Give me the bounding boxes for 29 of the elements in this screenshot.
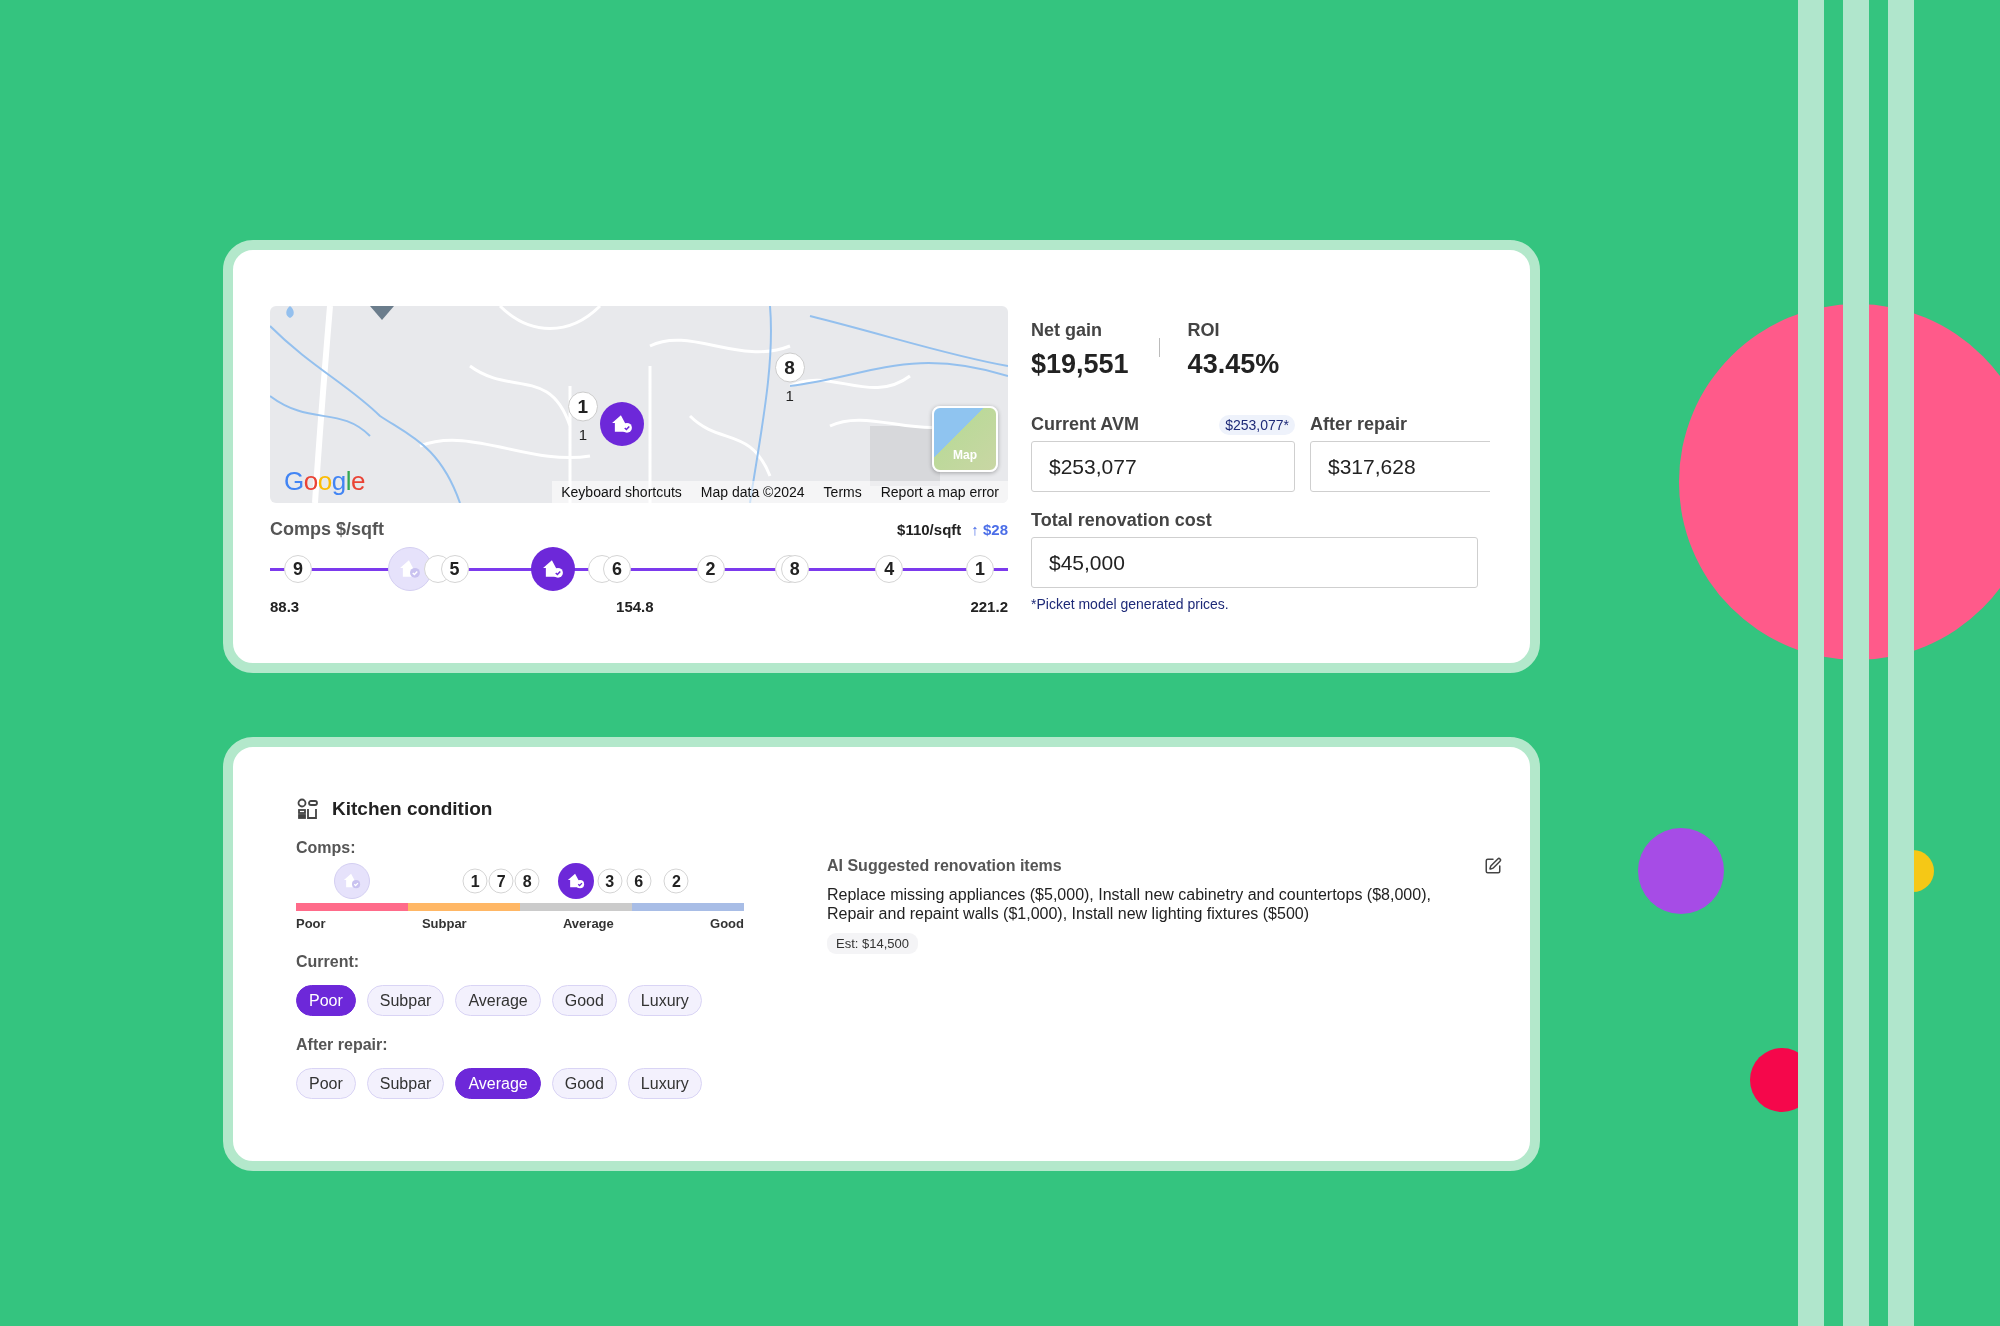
section-title: AI Suggested renovation items — [827, 857, 1062, 875]
price-change: ↑ $28 — [971, 520, 1008, 538]
axis-label: 154.8 — [616, 598, 654, 615]
axis-label: 88.3 — [270, 598, 300, 615]
stat-value: 43.45% — [1187, 349, 1280, 380]
card-title: Kitchen condition — [332, 798, 493, 820]
field-label: Total renovation cost — [1031, 510, 1213, 531]
section-label: Current: — [296, 953, 361, 971]
field-label: Current AVM — [1031, 414, 1139, 435]
marker-count: 1 — [577, 425, 589, 443]
scale-label: Poor — [296, 916, 326, 931]
section-label: Comps: — [296, 839, 357, 857]
footnote: *Picket model generated prices. — [1031, 596, 1230, 612]
field-label: After repair — [1310, 414, 1408, 435]
section-label: After repair: — [296, 1036, 389, 1054]
model-price-badge: $253,077* — [1219, 414, 1295, 435]
axis-label: 221.2 — [970, 598, 1008, 615]
price-per-sqft: $110/sqft — [897, 520, 962, 538]
scale-label: Good — [710, 916, 744, 931]
comps-title: Comps $/sqft — [270, 519, 384, 540]
stat-label: ROI — [1187, 320, 1221, 341]
estimate-tag: Est: $14,500 — [827, 933, 918, 954]
renovation-items-text: Replace missing appliances ($5,000), Install new cabinetry and countertops ($8,000), Repair and repaint walls ($1,000), Install new lighting fixtures ($500) — [827, 885, 1432, 923]
stat-label: Net gain — [1031, 320, 1103, 341]
stat-value: $19,551 — [1031, 349, 1129, 380]
map-logo: Google — [284, 466, 365, 497]
scale-label: Subpar — [421, 916, 467, 931]
scale-label: Average — [562, 916, 614, 931]
marker-count: 1 — [784, 386, 795, 404]
